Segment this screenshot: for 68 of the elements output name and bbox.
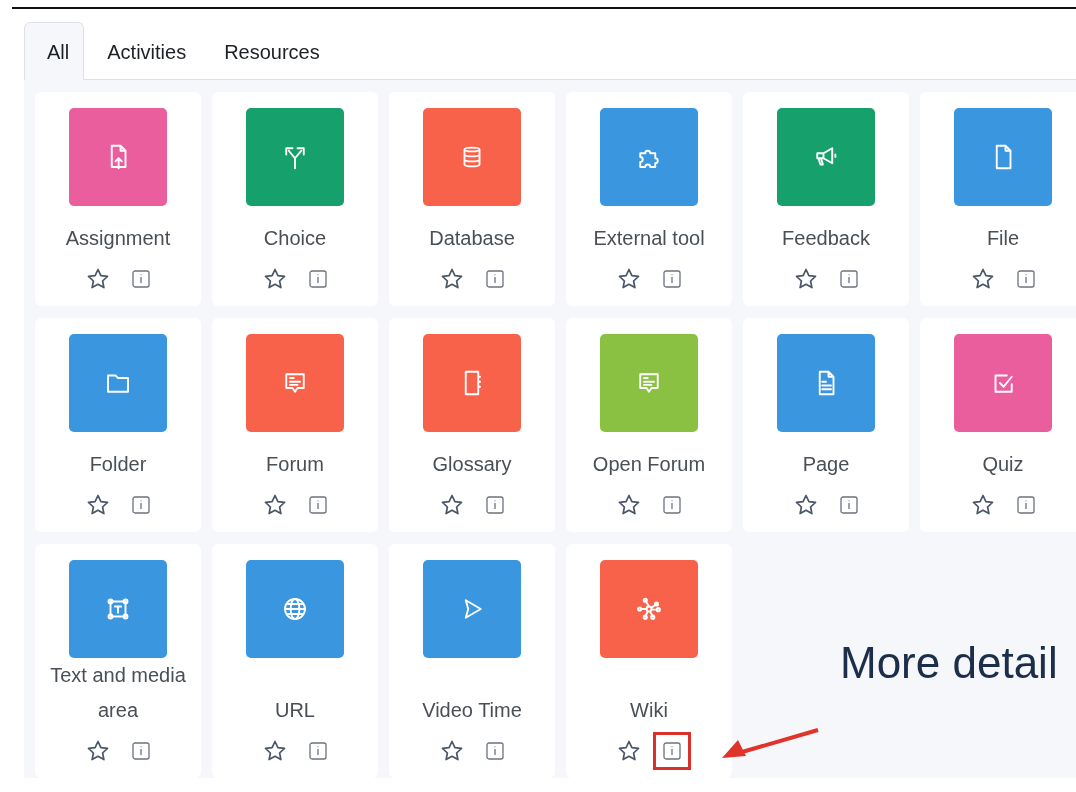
activity-card[interactable]: URL bbox=[212, 544, 378, 778]
info-icon[interactable] bbox=[132, 742, 150, 760]
activity-name[interactable]: Video Time bbox=[422, 693, 522, 728]
info-icon[interactable] bbox=[132, 496, 150, 514]
tab[interactable]: All bbox=[24, 22, 85, 80]
activity-name[interactable]: Wiki bbox=[630, 693, 668, 728]
info-icon[interactable] bbox=[663, 496, 681, 514]
star-icon[interactable] bbox=[971, 267, 995, 291]
info-icon[interactable] bbox=[1017, 270, 1035, 288]
activity-card[interactable]: Page bbox=[743, 318, 909, 532]
activity-card[interactable]: File bbox=[920, 92, 1076, 306]
info-icon[interactable] bbox=[1017, 496, 1035, 514]
activity-name[interactable]: Page bbox=[802, 447, 850, 482]
activity-name[interactable]: Feedback bbox=[782, 221, 870, 256]
star-icon[interactable] bbox=[263, 267, 287, 291]
star-icon[interactable] bbox=[971, 493, 995, 517]
activity-card[interactable]: Feedback bbox=[743, 92, 909, 306]
activity-name[interactable]: Folder bbox=[89, 447, 147, 482]
info-icon[interactable] bbox=[132, 270, 150, 288]
info-icon[interactable] bbox=[663, 270, 681, 288]
activity-name[interactable]: Quiz bbox=[982, 447, 1024, 482]
star-icon[interactable] bbox=[86, 739, 110, 763]
activity-card[interactable]: Assignment bbox=[35, 92, 201, 306]
star-icon[interactable] bbox=[86, 267, 110, 291]
activity-name[interactable]: External tool bbox=[593, 221, 705, 256]
activity-name[interactable]: Assignment bbox=[65, 221, 171, 256]
tab[interactable]: Resources bbox=[201, 22, 335, 80]
star-icon[interactable] bbox=[440, 739, 464, 763]
activity-name[interactable]: Text and media area bbox=[43, 658, 193, 728]
star-icon[interactable] bbox=[263, 493, 287, 517]
info-icon[interactable] bbox=[653, 732, 691, 770]
activity-name[interactable]: Glossary bbox=[432, 447, 512, 482]
activity-card[interactable]: Folder bbox=[35, 318, 201, 532]
activity-name[interactable]: File bbox=[986, 221, 1020, 256]
annotation-text: More detail bbox=[840, 637, 1058, 689]
activity-card[interactable]: Choice bbox=[212, 92, 378, 306]
tab[interactable]: Activities bbox=[84, 22, 202, 80]
info-icon[interactable] bbox=[309, 270, 327, 288]
info-icon[interactable] bbox=[309, 496, 327, 514]
activity-card[interactable]: External tool bbox=[566, 92, 732, 306]
activity-name[interactable]: URL bbox=[275, 693, 315, 728]
star-icon[interactable] bbox=[617, 267, 641, 291]
activity-card[interactable]: Quiz bbox=[920, 318, 1076, 532]
star-icon[interactable] bbox=[86, 493, 110, 517]
activity-name[interactable]: Choice bbox=[263, 221, 327, 256]
activity-name[interactable]: Open Forum bbox=[592, 447, 706, 482]
info-icon[interactable] bbox=[486, 742, 504, 760]
info-icon[interactable] bbox=[840, 496, 858, 514]
activity-card[interactable]: Open Forum bbox=[566, 318, 732, 532]
activity-name[interactable]: Database bbox=[429, 221, 515, 256]
activity-card[interactable]: Text and media area bbox=[35, 544, 201, 778]
star-icon[interactable] bbox=[440, 493, 464, 517]
info-icon[interactable] bbox=[486, 496, 504, 514]
activity-card[interactable]: Wiki bbox=[566, 544, 732, 778]
star-icon[interactable] bbox=[617, 493, 641, 517]
star-icon[interactable] bbox=[263, 739, 287, 763]
activity-card[interactable]: Forum bbox=[212, 318, 378, 532]
star-icon[interactable] bbox=[794, 267, 818, 291]
activity-card[interactable]: Video Time bbox=[389, 544, 555, 778]
activity-card[interactable]: Database bbox=[389, 92, 555, 306]
activity-name[interactable]: Forum bbox=[266, 447, 324, 482]
info-icon[interactable] bbox=[309, 742, 327, 760]
info-icon[interactable] bbox=[840, 270, 858, 288]
activity-card[interactable]: Glossary bbox=[389, 318, 555, 532]
info-icon[interactable] bbox=[486, 270, 504, 288]
star-icon[interactable] bbox=[617, 739, 641, 763]
star-icon[interactable] bbox=[794, 493, 818, 517]
star-icon[interactable] bbox=[440, 267, 464, 291]
